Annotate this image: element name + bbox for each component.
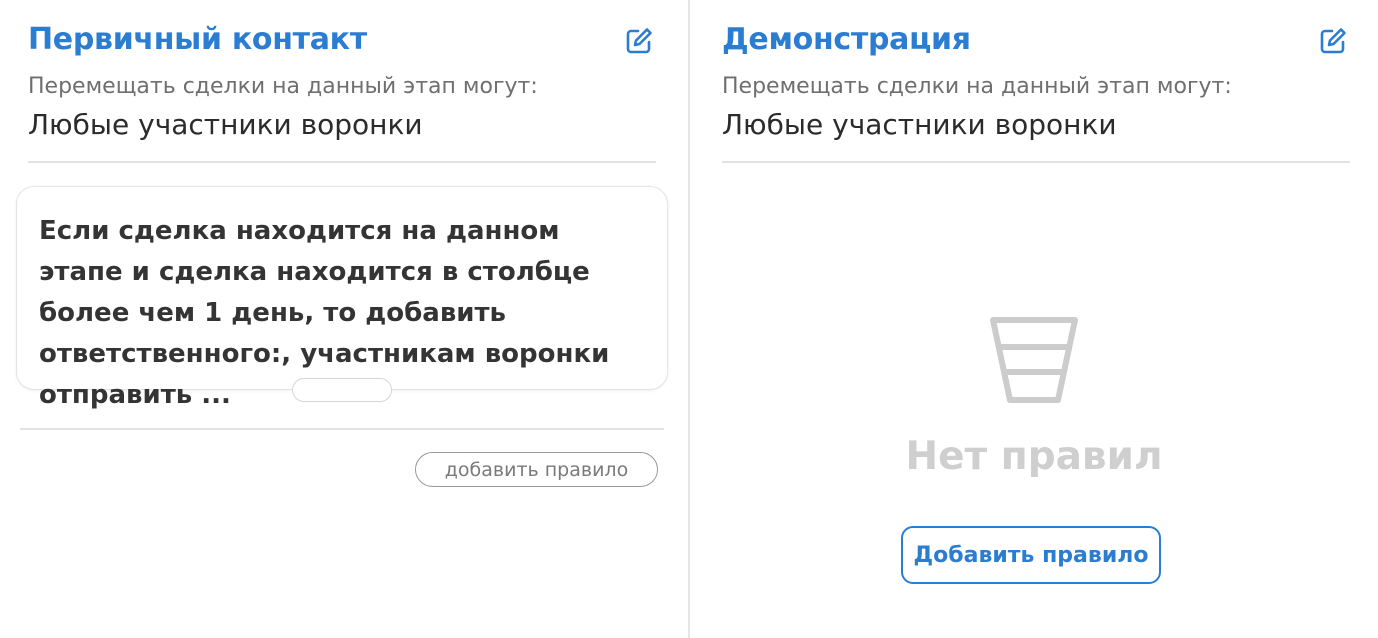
add-rule-button[interactable]: Добавить правило [901,526,1161,584]
header-divider [28,161,656,163]
pencil-edit-icon [626,28,652,54]
edit-stage-button[interactable] [622,24,656,58]
stage-title: Демонстрация [722,22,971,57]
add-rule-button[interactable]: добавить правило [415,452,658,487]
stage-column-demonstration: Демонстрация Перемещать сделки на данный… [690,0,1378,638]
permission-label: Перемещать сделки на данный этап могут: [28,74,538,99]
stage-column-primary-contact: Первичный контакт Перемещать сделки на д… [0,0,688,638]
edit-stage-button[interactable] [1316,24,1350,58]
permission-value: Любые участники воронки [28,108,423,141]
pencil-edit-icon [1320,28,1346,54]
header-divider [722,161,1350,163]
permission-label: Перемещать сделки на данный этап могут: [722,74,1232,99]
permission-value: Любые участники воронки [722,108,1117,141]
empty-state-text: Нет правил [905,434,1163,479]
rule-card[interactable]: Если сделка находится на данном этапе и … [16,186,668,410]
stage-title: Первичный контакт [28,22,367,57]
funnel-icon [990,317,1078,403]
rules-divider [20,428,664,430]
expand-rule-handle[interactable] [292,378,392,402]
